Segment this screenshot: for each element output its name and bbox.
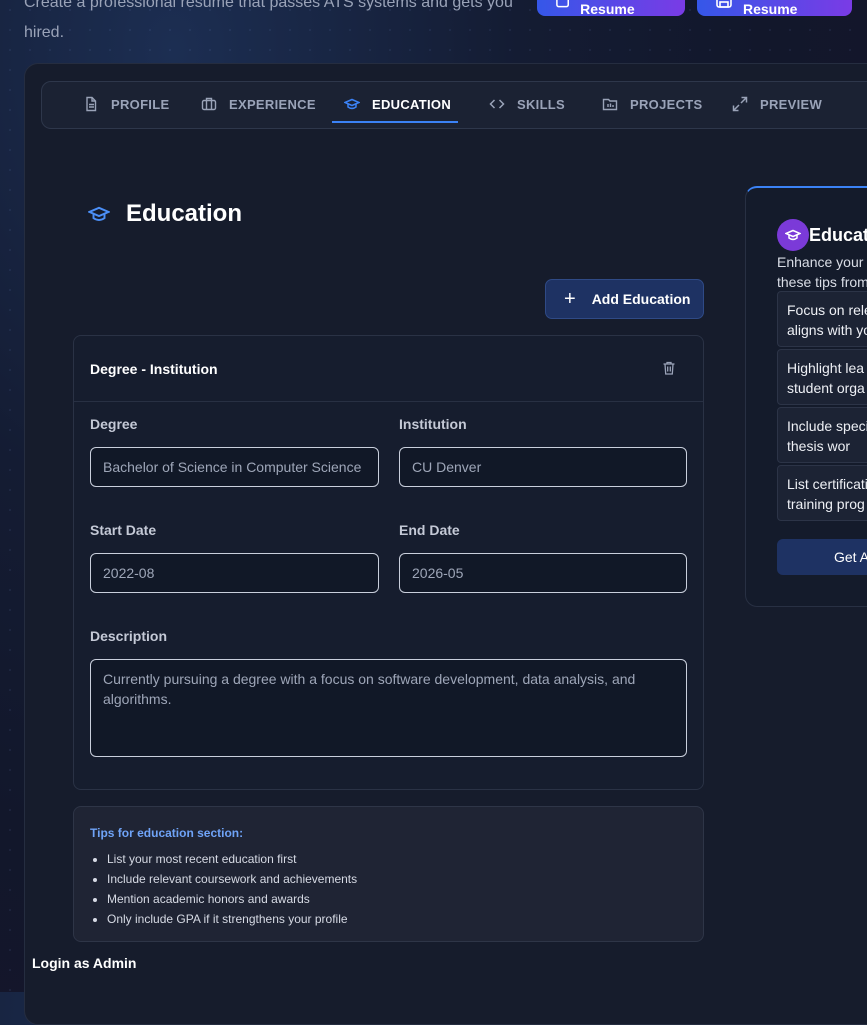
briefcase-icon [201,97,217,111]
tips-list: List your most recent education first In… [90,849,357,929]
entry-header: Degree - Institution [74,336,703,402]
start-date-label: Start Date [90,522,157,538]
tab-preview-label: PREVIEW [760,96,823,112]
save-icon [716,0,732,8]
tab-education-label: EDUCATION [372,96,452,112]
tab-profile-label: PROFILE [111,96,170,112]
institution-input[interactable]: CU Denver [399,447,687,487]
list-item: Mention academic honors and awards [107,889,357,909]
get-advice-button[interactable]: Get A [777,539,867,575]
description-label: Description [90,628,168,644]
active-tab-indicator [332,121,458,123]
degree-input[interactable]: Bachelor of Science in Computer Science [90,447,379,487]
side-card-title: Educati [809,225,867,245]
description-textarea[interactable]: Currently pursuing a degree with a focus… [90,659,687,757]
tab-education[interactable]: EDUCATION [344,82,451,126]
folder-icon [602,98,618,111]
save-resume-label: Save Resume [742,0,798,17]
graduation-cap-icon [785,229,801,241]
end-date-input[interactable]: 2026-05 [399,553,687,593]
degree-label: Degree [90,416,138,432]
side-tip-item: Highlight lea student orga [777,349,867,405]
side-tip-item: List certificati training prog [777,465,867,521]
tab-projects-label: PROJECTS [630,96,703,112]
expand-icon [732,96,748,112]
add-education-button[interactable]: + Add Education [545,279,704,319]
code-icon [489,99,505,109]
tab-experience[interactable]: EXPERIENCE [201,82,316,126]
load-resume-label: Load Resume [580,0,635,17]
side-tip-item: Focus on rele aligns with yo [777,291,867,347]
login-as-admin-link[interactable]: Login as Admin [32,955,136,971]
tips-box: Tips for education section: List your mo… [73,806,704,942]
load-resume-button[interactable]: Load Resume [537,0,685,17]
side-card-icon [777,219,809,251]
list-item: Include relevant coursework and achievem… [107,869,357,889]
page-subtitle: Create a professional resume that passes… [24,0,513,41]
tab-experience-label: EXPERIENCE [229,96,316,112]
file-icon [86,96,97,112]
trash-icon[interactable] [661,360,677,376]
tab-skills[interactable]: SKILLS [489,82,565,126]
tab-profile[interactable]: PROFILE [83,82,169,126]
list-item: Only include GPA if it strengthens your … [107,909,357,929]
add-education-label: Add Education [591,291,691,307]
upload-icon [556,0,570,8]
graduation-cap-icon [344,98,360,110]
end-date-label: End Date [399,522,460,538]
tips-title: Tips for education section: [90,826,244,840]
side-tip-item: Include speci or thesis wor [777,407,867,463]
institution-label: Institution [399,416,467,432]
start-date-input[interactable]: 2022-08 [90,553,379,593]
list-item: List your most recent education first [107,849,357,869]
side-card-intro: Enhance your e these tips from [777,254,867,290]
tab-projects[interactable]: PROJECTS [602,82,702,126]
section-title: Education [126,200,243,227]
plus-icon: + [564,287,576,310]
graduation-cap-icon [88,206,110,221]
section-header: Education [88,200,242,228]
save-resume-button[interactable]: Save Resume [697,0,852,17]
tab-preview[interactable]: PREVIEW [732,82,822,126]
entry-title: Degree - Institution [90,361,218,377]
tab-skills-label: SKILLS [517,96,566,112]
